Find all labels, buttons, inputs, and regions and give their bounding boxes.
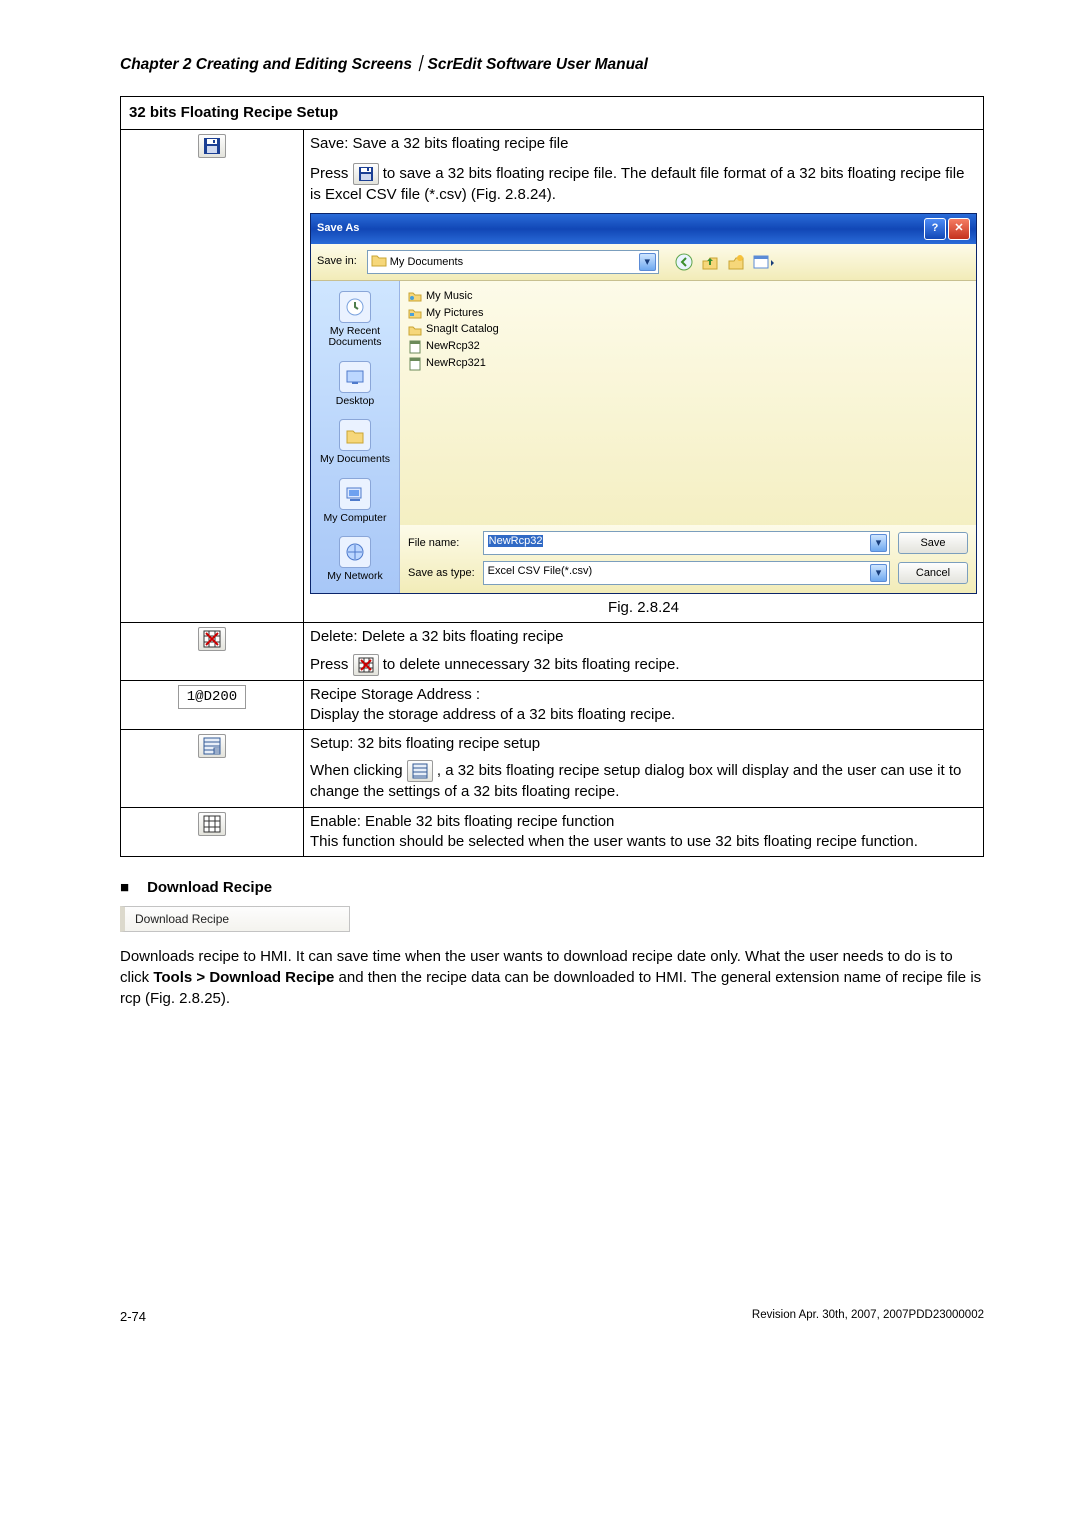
dialog-titlebar: Save As ? ✕ (311, 214, 976, 244)
place-desktop[interactable]: Desktop (317, 357, 393, 412)
saveastype-field[interactable]: Excel CSV File(*.csv) ▾ (483, 561, 890, 585)
filename-label: File name: (408, 536, 475, 551)
page-footer: 2-74 Revision Apr. 30th, 2007, 2007PDD23… (120, 1309, 984, 1324)
download-body-bold: Tools > Download Recipe (153, 969, 334, 986)
place-recent[interactable]: My Recent Documents (317, 287, 393, 353)
save-as-dialog: Save As ? ✕ Save in: My Documents (310, 213, 977, 594)
list-item[interactable]: SnagIt Catalog (408, 322, 968, 337)
views-icon[interactable] (753, 253, 775, 271)
chevron-down-icon: ▾ (870, 534, 887, 552)
save-button[interactable]: Save (898, 532, 968, 554)
addr-desc-cell: Recipe Storage Address : Display the sto… (304, 680, 984, 730)
close-button[interactable]: ✕ (948, 218, 970, 240)
delete-grid-icon (198, 627, 226, 651)
help-button[interactable]: ? (924, 218, 946, 240)
cancel-button[interactable]: Cancel (898, 562, 968, 584)
save-after: to save a 32 bits floating recipe file. … (310, 164, 964, 202)
save-press: Press (310, 164, 353, 181)
figure-caption: Fig. 2.8.24 (310, 598, 977, 618)
delete-icon-cell (121, 623, 304, 680)
delete-grid-icon (353, 654, 379, 676)
place-computer[interactable]: My Computer (317, 474, 393, 529)
savein-label: Save in: (317, 254, 357, 269)
dialog-title: Save As (317, 221, 359, 236)
download-recipe-menu-item[interactable]: Download Recipe (120, 906, 350, 932)
dialog-toolbar: Save in: My Documents ▾ (311, 244, 976, 281)
download-section-title: ■Download Recipe (120, 879, 984, 896)
enable-line2: This function should be selected when th… (310, 832, 977, 852)
delete-desc-cell: Delete: Delete a 32 bits floating recipe… (304, 623, 984, 680)
setup-before: When clicking (310, 762, 407, 779)
folder-icon (371, 253, 387, 267)
floppy-icon (353, 163, 379, 185)
save-icon-cell (121, 130, 304, 623)
delete-press: Press (310, 656, 353, 673)
filename-field[interactable]: NewRcp32 ▾ (483, 531, 890, 555)
savein-dropdown[interactable]: My Documents ▾ (367, 250, 659, 274)
places-bar: My Recent Documents Desktop My Documents (311, 281, 400, 593)
delete-line1: Delete: Delete a 32 bits floating recipe (310, 627, 977, 647)
save-desc-cell: Save: Save a 32 bits floating recipe fil… (304, 130, 984, 623)
recipe-table: 32 bits Floating Recipe Setup Save: Save… (120, 96, 984, 857)
file-list-pane[interactable]: My Music My Pictures SnagIt Catalog NewR… (400, 281, 976, 525)
addr-icon-cell: 1@D200 (121, 680, 304, 730)
setup-icon-cell (121, 730, 304, 808)
table-title: 32 bits Floating Recipe Setup (121, 97, 984, 130)
saveastype-label: Save as type: (408, 566, 475, 581)
page-number: 2-74 (120, 1309, 146, 1324)
setup-line1: Setup: 32 bits floating recipe setup (310, 734, 977, 754)
revision-info: Revision Apr. 30th, 2007, 2007PDD2300000… (752, 1309, 984, 1324)
place-network[interactable]: My Network (317, 532, 393, 587)
enable-icon-cell (121, 807, 304, 857)
list-item[interactable]: My Music (408, 289, 968, 304)
list-item[interactable]: NewRcp32 (408, 339, 968, 354)
list-item[interactable]: NewRcp321 (408, 356, 968, 371)
chevron-down-icon: ▾ (639, 253, 656, 271)
list-item[interactable]: My Pictures (408, 306, 968, 321)
page-header: Chapter 2 Creating and Editing Screens｜S… (120, 52, 984, 74)
setup-sheet-icon (198, 734, 226, 758)
bullet-icon: ■ (120, 879, 129, 896)
setup-sheet-icon (407, 760, 433, 782)
up-icon[interactable] (701, 253, 719, 271)
addr-line2: Display the storage address of a 32 bits… (310, 705, 977, 725)
setup-desc-cell: Setup: 32 bits floating recipe setup Whe… (304, 730, 984, 808)
download-body: Downloads recipe to HMI. It can save tim… (120, 946, 984, 1009)
enable-line1: Enable: Enable 32 bits floating recipe f… (310, 812, 977, 832)
addr-line1: Recipe Storage Address : (310, 685, 977, 705)
enable-desc-cell: Enable: Enable 32 bits floating recipe f… (304, 807, 984, 857)
place-documents[interactable]: My Documents (317, 415, 393, 470)
chevron-down-icon: ▾ (870, 564, 887, 582)
enable-grid-icon (198, 812, 226, 836)
address-box: 1@D200 (178, 685, 246, 710)
save-line1: Save: Save a 32 bits floating recipe fil… (310, 134, 977, 154)
savein-value: My Documents (390, 256, 463, 268)
delete-after: to delete unnecessary 32 bits floating r… (383, 656, 680, 673)
new-folder-icon[interactable] (727, 253, 745, 271)
back-icon[interactable] (675, 253, 693, 271)
floppy-icon (198, 134, 226, 158)
